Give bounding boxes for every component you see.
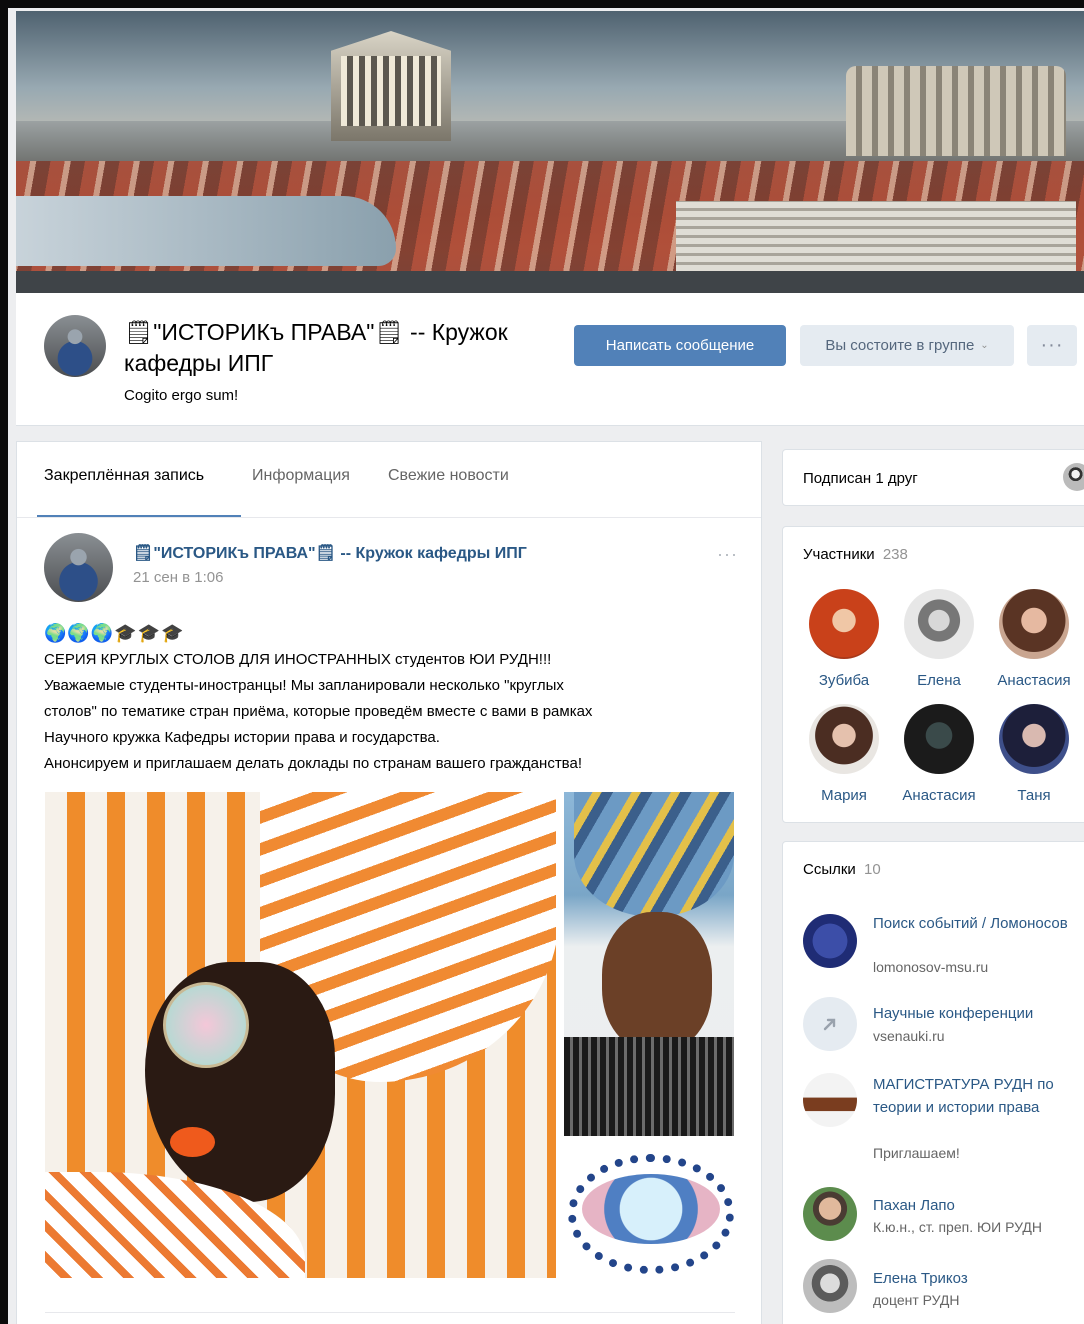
post-line: Анонсируем и приглашаем делать доклады п… bbox=[44, 755, 582, 772]
members-count: 238 bbox=[882, 546, 908, 563]
post-text: СЕРИЯ КРУГЛЫХ СТОЛОВ ДЛЯ ИНОСТРАННЫХ сту… bbox=[44, 647, 744, 777]
cover-image bbox=[16, 11, 1084, 293]
members-header[interactable]: Участники 238 bbox=[803, 546, 908, 563]
member-avatar bbox=[904, 589, 974, 659]
link-subtitle: К.ю.н., ст. преп. ЮИ РУДН bbox=[873, 1219, 1042, 1235]
post-more-icon[interactable]: ··· bbox=[717, 544, 738, 565]
member-avatar bbox=[809, 589, 879, 659]
members-label: Участники bbox=[803, 546, 875, 563]
link-avatar bbox=[803, 914, 857, 968]
link-item[interactable]: Поиск событий / Ломоносов lomonosov-msu.… bbox=[803, 912, 1083, 975]
post-photo-main[interactable] bbox=[45, 792, 556, 1278]
link-subtitle: доцент РУДН bbox=[873, 1292, 960, 1308]
links-count: 10 bbox=[863, 861, 881, 878]
page-frame: 🗒"ИСТОРИКъ ПРАВА"🗒 -- Кружок кафедры ИПГ… bbox=[8, 8, 1084, 1324]
post-date[interactable]: 21 сен в 1:06 bbox=[133, 569, 223, 586]
links-label: Ссылки bbox=[803, 861, 856, 878]
subscribed-friends-text: Подписан 1 друг bbox=[803, 470, 918, 487]
member-avatar bbox=[999, 704, 1069, 774]
post-photo-side-2[interactable] bbox=[564, 1144, 734, 1278]
more-button[interactable]: ··· bbox=[1027, 325, 1077, 366]
member-avatar bbox=[809, 704, 879, 774]
member-item[interactable]: Зубиба bbox=[796, 589, 892, 689]
post-line: столов" по тематике стран приёма, которы… bbox=[44, 703, 593, 720]
member-name: Таня bbox=[1017, 787, 1051, 804]
members-card: Участники 238 Зубиба Елена Анастасия Мар… bbox=[782, 526, 1084, 823]
post-author[interactable]: 🗒"ИСТОРИКъ ПРАВА"🗒 -- Кружок кафедры ИПГ bbox=[133, 543, 527, 563]
group-title: 🗒"ИСТОРИКъ ПРАВА"🗒 -- Кружок кафедры ИПГ bbox=[124, 319, 508, 376]
link-avatar bbox=[803, 1187, 857, 1241]
link-item[interactable]: Пахан Лапо К.ю.н., ст. преп. ЮИ РУДН bbox=[803, 1187, 1083, 1250]
subscribed-friends-card[interactable]: Подписан 1 друг bbox=[782, 449, 1084, 506]
tab-info[interactable]: Информация bbox=[252, 467, 350, 485]
tab-news[interactable]: Свежие новости bbox=[388, 467, 509, 485]
member-item[interactable]: Таня bbox=[986, 704, 1082, 804]
link-avatar bbox=[803, 1259, 857, 1313]
link-subtitle: lomonosov-msu.ru bbox=[873, 959, 989, 975]
tab-bar: Закреплённая запись Информация Свежие но… bbox=[17, 442, 761, 518]
link-title[interactable]: Поиск событий / Ломоносов bbox=[873, 912, 1078, 935]
link-title[interactable]: МАГИСТРАТУРА РУДН по теории и истории пр… bbox=[873, 1073, 1078, 1119]
post-line: СЕРИЯ КРУГЛЫХ СТОЛОВ ДЛЯ ИНОСТРАННЫХ сту… bbox=[44, 651, 552, 668]
link-subtitle: Приглашаем! bbox=[873, 1145, 960, 1161]
link-item[interactable]: Научные конференции vsenauki.ru bbox=[803, 997, 1083, 1051]
post-author-avatar[interactable] bbox=[44, 533, 113, 602]
link-title[interactable]: Научные конференции bbox=[873, 1002, 1078, 1025]
member-item[interactable]: Анастасия bbox=[986, 589, 1082, 689]
member-item[interactable]: Мария bbox=[796, 704, 892, 804]
post-divider bbox=[45, 1312, 735, 1313]
post-line: Научного кружка Кафедры истории права и … bbox=[44, 729, 440, 746]
link-arrow-icon bbox=[803, 997, 857, 1051]
member-name: Анастасия bbox=[902, 787, 976, 804]
member-name: Елена bbox=[917, 672, 961, 689]
member-avatar bbox=[999, 589, 1069, 659]
link-avatar bbox=[803, 1073, 857, 1127]
member-name: Зубиба bbox=[818, 672, 870, 689]
tab-underline bbox=[37, 515, 241, 517]
member-name: Анастасия bbox=[997, 672, 1071, 689]
member-item[interactable]: Елена bbox=[891, 589, 987, 689]
member-name: Мария bbox=[821, 787, 867, 804]
message-button[interactable]: Написать сообщение bbox=[574, 325, 786, 366]
link-title[interactable]: Елена Трикоз bbox=[873, 1267, 1078, 1290]
member-button-label: Вы состоите в группе bbox=[825, 337, 975, 354]
link-item[interactable]: Елена Трикоз доцент РУДН bbox=[803, 1259, 1083, 1323]
link-subtitle: vsenauki.ru bbox=[873, 1028, 945, 1044]
main-column: Закреплённая запись Информация Свежие но… bbox=[16, 441, 762, 1324]
post-line: Уважаемые студенты-иностранцы! Мы заплан… bbox=[44, 677, 564, 694]
member-item[interactable]: Анастасия bbox=[891, 704, 987, 804]
link-title[interactable]: Пахан Лапо bbox=[873, 1194, 1078, 1217]
links-card: Ссылки 10 Поиск событий / Ломоносов lomo… bbox=[782, 841, 1084, 1324]
friend-avatar[interactable] bbox=[1063, 463, 1084, 491]
chevron-down-icon: ⌄ bbox=[980, 340, 989, 351]
post-emoji: 🌍🌍🌍🎓🎓🎓 bbox=[44, 623, 185, 643]
link-item[interactable]: МАГИСТРАТУРА РУДН по теории и истории пр… bbox=[803, 1073, 1083, 1169]
tab-pinned[interactable]: Закреплённая запись bbox=[44, 467, 204, 485]
group-header: 🗒"ИСТОРИКъ ПРАВА"🗒 -- Кружок кафедры ИПГ… bbox=[16, 293, 1084, 426]
member-button[interactable]: Вы состоите в группе ⌄ bbox=[800, 325, 1014, 366]
group-status: Cogito ergo sum! bbox=[124, 387, 239, 404]
group-avatar[interactable] bbox=[44, 315, 106, 377]
post-photo-side-1[interactable] bbox=[564, 792, 734, 1136]
links-header[interactable]: Ссылки 10 bbox=[803, 861, 881, 878]
member-avatar bbox=[904, 704, 974, 774]
